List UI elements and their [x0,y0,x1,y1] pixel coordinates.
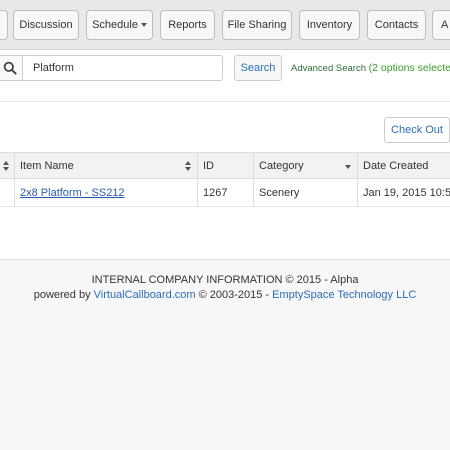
sort-icon [3,161,10,171]
table-header-row: Item Name ID Category Date Created [0,153,450,179]
table-row: 2x8 Platform - SS212 1267 Scenery Jan 19… [0,179,450,207]
inventory-results: Check Out Item Name ID Category Date Cre… [0,102,450,258]
row-select-cell[interactable] [0,179,15,206]
emptyspace-link[interactable]: EmptySpace Technology LLC [272,289,416,301]
nav-schedule-label: Schedule [92,19,138,31]
column-header-category[interactable]: Category [254,153,358,178]
nav-reports-label: Reports [168,19,207,31]
footer-copyright: © 2003-2015 - [198,289,270,301]
nav-contacts-label: Contacts [374,19,419,31]
column-header-label: ID [203,159,214,172]
column-header-item-name[interactable]: Item Name [15,153,198,178]
column-header-select[interactable] [0,153,15,178]
search-input[interactable] [22,55,223,81]
search-button-label: Search [240,62,276,74]
inventory-table: Item Name ID Category Date Created 2x8 P… [0,152,450,207]
search-button[interactable]: Search [234,55,282,81]
page-footer: INTERNAL COMPANY INFORMATION © 2015 - Al… [0,259,450,450]
column-header-label: Category [259,159,304,172]
nav-file-sharing-label: File Sharing [227,19,287,31]
advanced-search-options: (2 options selected) [368,62,450,74]
nav-discussion-label: Discussion [19,19,73,31]
virtualcallboard-link[interactable]: VirtualCallboard.com [94,289,196,301]
category-cell: Scenery [254,179,358,206]
nav-file-sharing-button[interactable]: File Sharing [222,10,292,40]
nav-button-partial[interactable] [0,10,8,40]
item-name-cell: 2x8 Platform - SS212 [15,179,198,206]
search-icon-button[interactable] [0,55,22,81]
top-nav-bar: Discussion Schedule Reports File Sharing… [0,0,450,50]
chevron-down-icon [140,23,147,27]
nav-inventory-button[interactable]: Inventory [299,10,360,40]
sort-icon [185,161,192,171]
advanced-search-link[interactable]: Advanced Search (2 options selected) [291,62,450,74]
column-header-label: Date Created [363,159,429,172]
footer-company-info: INTERNAL COMPANY INFORMATION © 2015 - Al… [91,274,359,286]
column-header-date-created[interactable]: Date Created [358,153,450,178]
footer-powered-prefix: powered by [33,289,91,301]
nav-reports-button[interactable]: Reports [160,10,215,40]
search-bar: Search Advanced Search (2 options select… [0,50,450,102]
nav-next-label: A [441,19,449,31]
advanced-search-label: Advanced Search [291,63,366,74]
nav-contacts-button[interactable]: Contacts [367,10,426,40]
id-cell: 1267 [198,179,254,206]
sort-descending-icon [345,165,351,169]
nav-next-button[interactable]: A [432,10,450,40]
column-header-id[interactable]: ID [198,153,254,178]
check-out-label: Check Out [391,124,443,136]
check-out-button[interactable]: Check Out [384,117,450,143]
search-icon [3,61,17,75]
nav-schedule-button[interactable]: Schedule [86,10,153,40]
date-created-cell: Jan 19, 2015 10:52 a [363,186,450,199]
nav-discussion-button[interactable]: Discussion [13,10,79,40]
item-link[interactable]: 2x8 Platform - SS212 [20,187,125,199]
footer-powered-by: powered by VirtualCallboard.com © 2003-2… [0,289,450,301]
column-header-label: Item Name [20,159,74,172]
nav-inventory-label: Inventory [306,19,353,31]
